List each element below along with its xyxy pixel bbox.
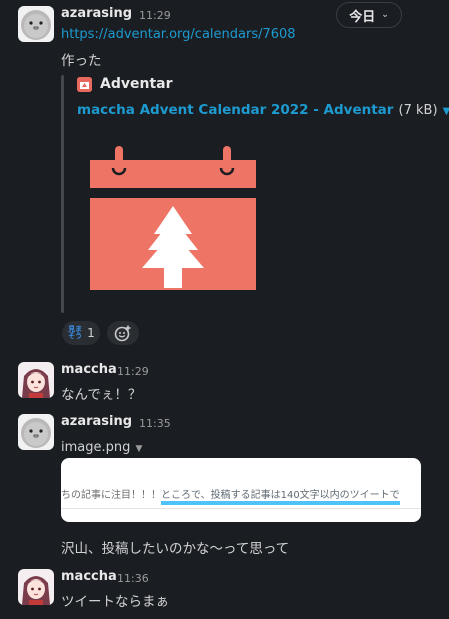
file-name[interactable]: image.png xyxy=(61,440,130,455)
reaction-pill[interactable]: 見まそう 1 xyxy=(62,321,100,345)
message-text: なんでぇ！？ xyxy=(61,387,142,403)
file-image-preview[interactable]: ちの記事に注目！！！ところで、投稿する記事は140文字以内のツイートで xyxy=(61,458,421,522)
reaction-emoji: 見まそう xyxy=(68,325,83,340)
avatar-maccha[interactable] xyxy=(18,362,54,398)
caret-down-icon[interactable]: ▼ xyxy=(135,444,142,454)
chevron-down-icon: ⌄ xyxy=(381,10,389,20)
date-divider-button[interactable]: 今日 ⌄ xyxy=(336,2,402,28)
image-preview-text: ちの記事に注目！！！ xyxy=(61,490,161,501)
attachment-quote-bar xyxy=(61,75,64,313)
message-username[interactable]: maccha xyxy=(61,362,117,377)
message-username[interactable]: azarasing xyxy=(61,6,132,21)
message-text: ツイートならまぁ xyxy=(61,594,169,610)
add-emoji-icon xyxy=(114,325,131,342)
file-header: image.png ▼ xyxy=(61,436,142,455)
attachment-title-row: maccha Advent Calendar 2022 - Adventar (… xyxy=(77,99,449,118)
attachment-preview-image[interactable] xyxy=(90,146,256,290)
avatar-azarasing[interactable] xyxy=(18,414,54,450)
avatar-maccha[interactable] xyxy=(18,569,54,605)
message-timestamp[interactable]: 11:29 xyxy=(117,365,149,378)
message-username[interactable]: maccha xyxy=(61,569,117,584)
message-link[interactable]: https://adventar.org/calendars/7608 xyxy=(61,27,296,42)
attachment-site-name: Adventar xyxy=(100,76,173,92)
message-timestamp[interactable]: 11:36 xyxy=(117,572,149,585)
reaction-count: 1 xyxy=(87,326,95,340)
message-timestamp[interactable]: 11:29 xyxy=(139,9,171,22)
message-text: 作った xyxy=(61,53,102,69)
message-text: 沢山、投稿したいのかな〜って思って xyxy=(61,541,290,557)
image-preview-highlight: ところで、投稿する記事は140文字以内のツイートで xyxy=(161,490,400,505)
message-timestamp[interactable]: 11:35 xyxy=(139,417,171,430)
adventar-favicon-icon xyxy=(77,77,92,92)
image-preview-content: ちの記事に注目！！！ところで、投稿する記事は140文字以内のツイートで xyxy=(61,486,421,505)
attachment-title-link[interactable]: maccha Advent Calendar 2022 - Adventar xyxy=(77,102,393,118)
image-preview-divider xyxy=(61,508,421,509)
attachment-size: (7 kB) xyxy=(398,103,438,118)
caret-down-icon[interactable]: ▼ xyxy=(443,106,449,117)
message-username[interactable]: azarasing xyxy=(61,414,132,429)
date-divider-label: 今日 xyxy=(349,9,376,25)
add-reaction-button[interactable] xyxy=(107,321,139,345)
avatar-azarasing[interactable] xyxy=(18,6,54,42)
